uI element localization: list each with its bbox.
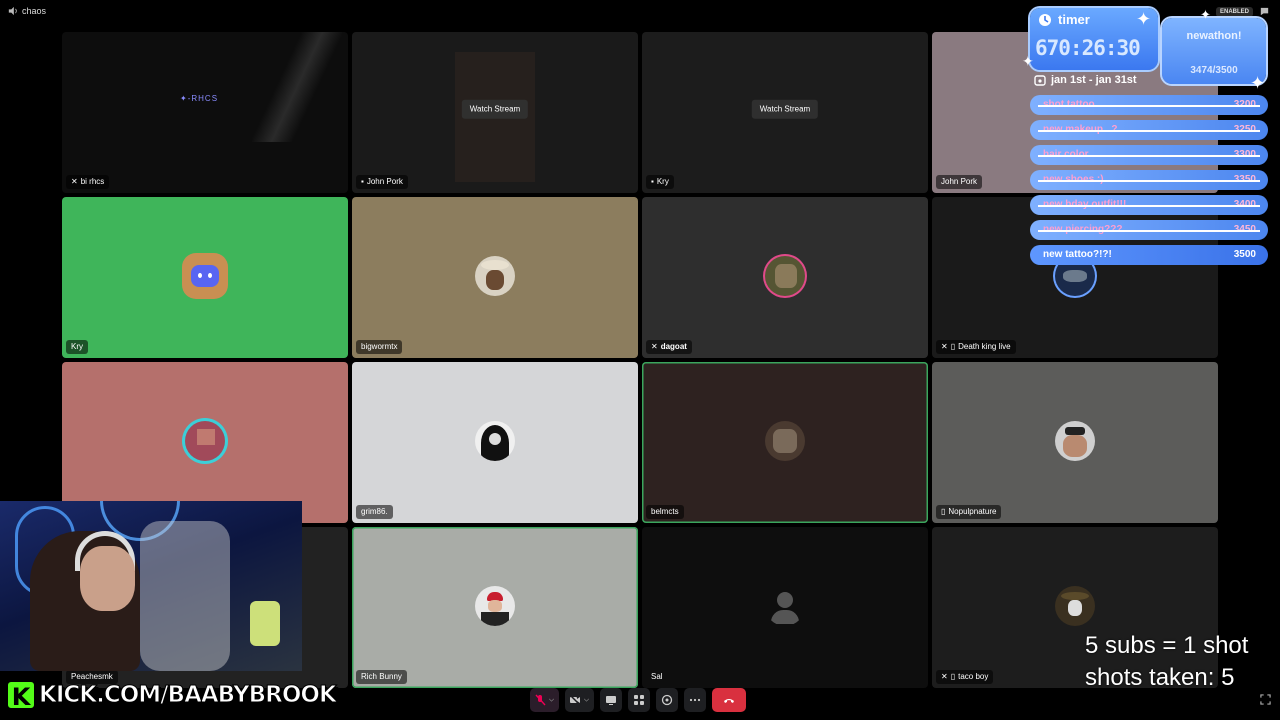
participant-name: ✕ dagoat <box>646 340 692 354</box>
participant-name: bigwormtx <box>356 340 403 354</box>
participant-name: Kry <box>66 340 88 354</box>
participant-name: grim86. <box>356 505 393 519</box>
participant-tile[interactable]: Sal <box>642 527 928 688</box>
muted-icon: ✕ <box>941 342 948 351</box>
participant-tile[interactable]: Watch Stream ▪ John Pork <box>352 32 638 193</box>
chat-icon: ▪ <box>361 177 364 186</box>
avatar <box>182 252 228 299</box>
channel-name: chaos <box>22 6 47 16</box>
speaker-icon <box>8 6 17 16</box>
kick-logo: K <box>6 680 36 711</box>
muted-icon: ✕ <box>651 342 658 351</box>
date-range: jan 1st - jan 31st <box>1034 74 1137 86</box>
enabled-badge: ENABLED <box>1215 6 1253 17</box>
sparkle-icon: ✦ <box>1136 9 1152 29</box>
more-icon <box>689 698 701 702</box>
avatar <box>475 420 515 461</box>
stream-logo: ✦-RHCS <box>180 94 219 103</box>
participant-name: ▪ John Pork <box>356 175 408 189</box>
goal-item-current: new tattoo?!?! 3500 <box>1030 245 1268 265</box>
chevron-down-icon <box>583 698 590 702</box>
camera-off-icon <box>569 694 581 706</box>
participant-name: John Pork <box>936 175 983 189</box>
clock-icon <box>1039 13 1051 26</box>
timer-title: timer <box>1038 12 1090 27</box>
mute-button[interactable] <box>530 688 559 712</box>
participant-name: Sal <box>651 672 663 681</box>
phone-icon: ▯ <box>941 507 946 516</box>
participant-name: ✕ bi rhcs <box>66 175 110 189</box>
grid-icon <box>634 695 644 705</box>
subs-counter: 5 subs = 1 shot shots taken: 5 <box>1085 630 1248 694</box>
default-avatar-icon <box>765 586 805 626</box>
goal-item: new shoes :) 3350 <box>1030 170 1268 190</box>
more-options-button[interactable] <box>684 688 706 712</box>
avatar <box>1055 420 1095 461</box>
chat-icon: ▪ <box>651 177 654 186</box>
shots-taken: shots taken: 5 <box>1085 664 1235 691</box>
participant-tile[interactable]: Watch Stream ▪ Kry <box>642 32 928 193</box>
participant-tile[interactable]: ✕ dagoat <box>642 197 928 358</box>
goal-item: new bday outfit!!! 3400 <box>1030 195 1268 215</box>
muted-icon: ✕ <box>941 672 948 681</box>
participant-name: ▪ Kry <box>646 175 674 189</box>
participant-tile[interactable]: Kry <box>62 197 348 358</box>
participant-name: belmcts <box>646 505 684 519</box>
timer-value: 670:26:30 <box>1035 36 1141 60</box>
muted-icon: ✕ <box>71 177 78 186</box>
avatar <box>475 255 515 296</box>
sparkle-icon: ✦ <box>1022 53 1034 69</box>
participant-tile[interactable]: ✦-RHCS ✕ bi rhcs <box>62 32 348 193</box>
avatar <box>765 420 805 461</box>
call-controls <box>530 688 746 712</box>
sparkle-icon: ✦ <box>1250 73 1266 93</box>
subs-rule: 5 subs = 1 shot <box>1085 632 1249 659</box>
participant-name: Rich Bunny <box>356 670 407 684</box>
participant-tile[interactable]: Rich Bunny <box>352 527 638 688</box>
chat-icon[interactable] <box>1259 6 1270 17</box>
participant-name: ✕ ▯ taco boy <box>936 670 994 684</box>
participant-tile[interactable]: bigwormtx <box>352 197 638 358</box>
participant-tile[interactable]: grim86. <box>352 362 638 523</box>
hang-up-icon <box>724 699 734 703</box>
calendar-icon <box>1034 75 1046 86</box>
disconnect-button[interactable] <box>712 688 746 712</box>
sparkle-icon: ✦ <box>1200 7 1211 22</box>
phone-icon: ▯ <box>950 672 956 681</box>
participant-name: ✕ ▯ Death king live <box>936 340 1016 354</box>
avatar <box>765 255 805 296</box>
participant-tile[interactable]: belmcts <box>642 362 928 523</box>
stream-screen: chaos ENABLED ✦-RHCS ✕ bi rhcs Watch Stre… <box>0 0 1280 720</box>
participant-tile[interactable]: ▯ Nopulpnature <box>932 362 1218 523</box>
goal-item: hair color 3300 <box>1030 145 1268 165</box>
newathon-title: newathon! <box>1186 30 1242 42</box>
watch-stream-button[interactable]: Watch Stream <box>751 99 819 119</box>
participant-tile[interactable] <box>62 362 348 523</box>
kick-url: KICK.COM/BAABYBROOK <box>39 682 338 709</box>
watch-stream-button[interactable]: Watch Stream <box>461 99 529 119</box>
webcam-feed <box>0 501 302 671</box>
goal-item: new piercing??? 3450 <box>1030 220 1268 240</box>
goal-item: new makeup...? 3250 <box>1030 120 1268 140</box>
activities-button[interactable] <box>628 688 650 712</box>
fullscreen-icon[interactable] <box>1260 694 1271 705</box>
mic-off-icon <box>535 694 546 706</box>
camera-button[interactable] <box>565 688 594 712</box>
screen-share-icon <box>606 696 616 705</box>
avatar <box>475 585 515 626</box>
avatar <box>185 420 225 461</box>
avatar <box>1055 585 1095 626</box>
chevron-down-icon <box>548 698 555 702</box>
phone-icon: ▯ <box>950 342 956 351</box>
soundboard-button[interactable] <box>656 688 678 712</box>
goal-item: shot tattoo 3200 <box>1030 95 1268 115</box>
kick-channel-banner: K KICK.COM/BAABYBROOK <box>6 680 338 711</box>
voice-channel-header[interactable]: chaos <box>8 6 46 16</box>
screen-share-button[interactable] <box>600 688 622 712</box>
soundboard-icon <box>661 694 673 706</box>
participant-name: ▯ Nopulpnature <box>936 505 1002 519</box>
top-right-controls: ENABLED <box>1215 6 1270 17</box>
